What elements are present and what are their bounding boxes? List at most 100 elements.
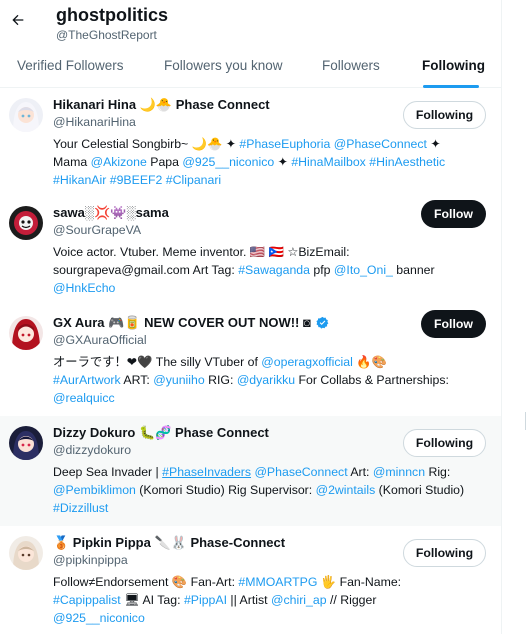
bio-text: Follow≠Endorsement 🎨 Fan-Art:	[53, 575, 239, 589]
user-handle[interactable]: @pipkinpippa	[53, 553, 128, 568]
user-row[interactable]: Dizzy Dokuro 🐛🧬 Phase Connect @dizzydoku…	[0, 416, 501, 526]
header-title-block: ghostpolitics @TheGhostReport	[56, 4, 168, 43]
bio-link[interactable]: @Pembiklimon	[53, 483, 136, 497]
bio-link[interactable]: @Ito_Oni_	[334, 263, 393, 277]
avatar[interactable]	[9, 98, 43, 132]
user-row[interactable]: GX Aura 🎮🥫 NEW COVER OUT NOW!! ◙ @GXAura…	[0, 306, 501, 416]
bio-link[interactable]: #Capippalist	[53, 593, 121, 607]
tab-followers[interactable]: Followers	[322, 48, 380, 88]
bio-link[interactable]: @925__niconico	[53, 611, 145, 625]
bio-text: Art:	[347, 465, 373, 479]
user-bio: Voice actor. Vtuber. Meme inventor. 🇺🇸 🇵…	[53, 243, 471, 297]
page: ghostpolitics @TheGhostReport Verified F…	[0, 0, 528, 634]
tab-following[interactable]: Following	[422, 48, 485, 88]
display-name[interactable]: GX Aura 🎮🥫 NEW COVER OUT NOW!! ◙	[53, 314, 329, 331]
bio-link[interactable]: @minncn	[373, 465, 425, 479]
avatar[interactable]	[9, 206, 43, 240]
bio-link[interactable]: #HinaMailbox	[291, 155, 366, 169]
bio-link[interactable]: @chiri_ap	[271, 593, 327, 607]
bio-text: ✦	[426, 137, 441, 151]
display-name[interactable]: 🥉 Pipkin Pippa 🔪🐰 Phase-Connect	[53, 534, 285, 552]
tab-followers-you-know[interactable]: Followers you know	[164, 48, 283, 88]
bio-link[interactable]: #PippAI	[184, 593, 227, 607]
bio-text: Voice actor. Vtuber. Meme inventor. 🇺🇸 🇵…	[53, 245, 350, 259]
bio-line: Your Celestial Songbirb~ 🌙🐣 ✦ #PhaseEuph…	[53, 135, 471, 153]
following-button[interactable]: Following	[403, 539, 486, 567]
bio-text: sourgrapeva@gmail.com Art Tag:	[53, 263, 239, 277]
bio-line: #Dizzillust	[53, 499, 471, 517]
bio-link[interactable]: #MMOARTPG	[238, 575, 317, 589]
user-bio: Deep Sea Invader | #PhaseInvaders @Phase…	[53, 463, 471, 517]
avatar[interactable]	[9, 316, 43, 350]
avatar[interactable]	[9, 536, 43, 570]
avatar[interactable]	[9, 426, 43, 460]
bio-link[interactable]: @Akizone	[91, 155, 147, 169]
bio-line: @Pembiklimon (Komori Studio) Rig Supervi…	[53, 481, 471, 499]
bio-text: Papa	[146, 155, 183, 169]
bio-line: Voice actor. Vtuber. Meme inventor. 🇺🇸 🇵…	[53, 243, 471, 261]
bio-line: #HikanAir #9BEEF2 #Clipanari	[53, 171, 471, 189]
bio-text: Your Celestial Songbirb~ 🌙🐣 ✦	[53, 137, 240, 151]
bio-link[interactable]: @realquicc	[53, 391, 115, 405]
user-row[interactable]: Hikanari Hina 🌙🐣 Phase Connect @Hikanari…	[0, 88, 501, 196]
following-button[interactable]: Following	[403, 429, 486, 457]
bio-text: || Artist	[227, 593, 271, 607]
bio-link[interactable]: #PhaseInvaders	[162, 465, 251, 479]
bio-line: #Capippalist 🖥 AI Tag: #PippAI || Artist…	[53, 591, 471, 609]
bio-link[interactable]: #9BEEF2	[110, 173, 163, 187]
bio-text: RIG:	[204, 373, 237, 387]
bio-line: #AurArtwork ART: @yuniiho RIG: @dyarikku…	[53, 371, 471, 389]
follow-button[interactable]: Follow	[421, 310, 486, 338]
bio-text: Deep Sea Invader |	[53, 465, 163, 479]
following-column: ghostpolitics @TheGhostReport Verified F…	[0, 0, 502, 634]
bio-line: オーラです！❤🖤 The silly VTuber of @operagxoff…	[53, 353, 471, 371]
display-name[interactable]: Hikanari Hina 🌙🐣 Phase Connect	[53, 96, 270, 114]
tab-bar: Verified Followers Followers you know Fo…	[0, 48, 501, 88]
following-button[interactable]: Following	[403, 101, 486, 129]
bio-link[interactable]: @operagxofficial	[261, 355, 353, 369]
user-handle[interactable]: @GXAuraOfficial	[53, 333, 147, 348]
user-handle[interactable]: @SourGrapeVA	[53, 223, 141, 238]
bio-text: ✦	[274, 155, 292, 169]
bio-text: 🔥🎨	[352, 355, 387, 369]
bio-text: 🖐 Fan-Name:	[317, 575, 402, 589]
bio-link[interactable]: @PhaseConnect	[334, 137, 427, 151]
bio-link[interactable]: #AurArtwork	[53, 373, 121, 387]
bio-link[interactable]: @yuniiho	[153, 373, 204, 387]
follow-button[interactable]: Follow	[421, 200, 486, 228]
bio-text: // Rigger	[326, 593, 377, 607]
user-handle[interactable]: @dizzydokuro	[53, 443, 131, 458]
bio-link[interactable]: #Sawaganda	[238, 263, 310, 277]
verified-badge-icon	[316, 316, 329, 329]
user-row[interactable]: 🥉 Pipkin Pippa 🔪🐰 Phase-Connect @pipkinp…	[0, 526, 501, 634]
bio-link[interactable]: #Clipanari	[166, 173, 221, 187]
bio-line: Mama @Akizone Papa @925__niconico ✦ #Hin…	[53, 153, 471, 171]
user-handle[interactable]: @HikanariHina	[53, 115, 136, 130]
bio-line: Deep Sea Invader | #PhaseInvaders @Phase…	[53, 463, 471, 481]
bio-line: sourgrapeva@gmail.com Art Tag: #Sawagand…	[53, 261, 471, 279]
tab-verified-followers[interactable]: Verified Followers	[17, 48, 124, 88]
bio-link[interactable]: #Dizzillust	[53, 501, 108, 515]
bio-line: @925__niconico	[53, 609, 471, 627]
bio-link[interactable]: @dyarikku	[237, 373, 295, 387]
scrollbar-edge	[525, 412, 526, 430]
user-bio: オーラです！❤🖤 The silly VTuber of @operagxoff…	[53, 353, 471, 407]
name-emoji: 🔪🐰	[154, 536, 187, 551]
bio-text: For Collabs & Partnerships:	[295, 373, 449, 387]
bio-link[interactable]: #PhaseEuphoria	[239, 137, 330, 151]
bio-link[interactable]: @PhaseConnect	[254, 465, 347, 479]
bio-link[interactable]: #HikanAir	[53, 173, 106, 187]
profile-header: ghostpolitics @TheGhostReport	[0, 0, 501, 48]
bio-link[interactable]: @HnkEcho	[53, 281, 115, 295]
bio-link[interactable]: #HinAesthetic	[369, 155, 445, 169]
bio-link[interactable]: @925__niconico	[182, 155, 274, 169]
bio-text: (Komori Studio)	[375, 483, 465, 497]
user-row[interactable]: sawa░💢👾░sama @SourGrapeVA Follow Voice a…	[0, 196, 501, 306]
back-button[interactable]	[6, 8, 30, 32]
bio-line: @HnkEcho	[53, 279, 471, 297]
user-bio: Your Celestial Songbirb~ 🌙🐣 ✦ #PhaseEuph…	[53, 135, 471, 189]
bio-text: Mama	[53, 155, 91, 169]
display-name[interactable]: Dizzy Dokuro 🐛🧬 Phase Connect	[53, 424, 269, 442]
bio-link[interactable]: @2wintails	[316, 483, 376, 497]
display-name[interactable]: sawa░💢👾░sama	[53, 204, 169, 221]
